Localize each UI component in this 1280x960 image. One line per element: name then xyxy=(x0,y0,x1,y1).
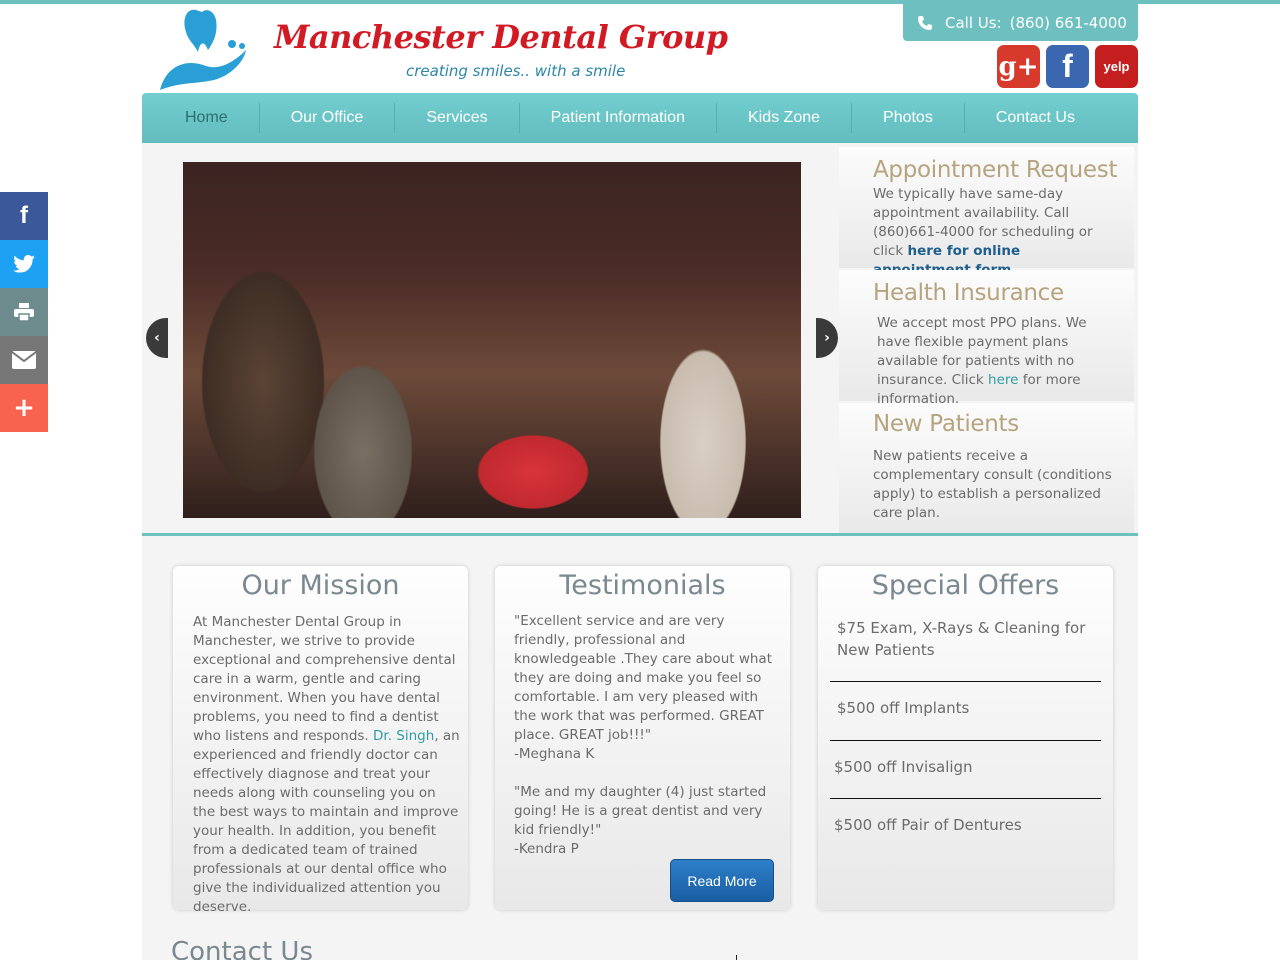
offers-title: Special Offers xyxy=(871,570,1060,601)
image-slider[interactable] xyxy=(183,162,801,518)
logo-tagline: creating smiles.. with a smile xyxy=(406,62,626,80)
call-us-box[interactable]: Call Us: (860) 661-4000 xyxy=(903,4,1138,41)
our-mission-widget: Our Mission At Manchester Dental Group i… xyxy=(173,566,468,915)
main-content: ‹ › Appointment Request We typically hav… xyxy=(142,143,1138,960)
offers-list: $75 Exam, X-Rays & Cleaning for New Pati… xyxy=(818,603,1113,836)
testimonial-author: -Meghana K xyxy=(514,746,595,762)
offer-item[interactable]: $500 off Pair of Dentures xyxy=(830,799,1101,836)
testimonials-widget: Testimonials "Excellent service and are … xyxy=(495,566,790,910)
slider-next-arrow-icon[interactable]: › xyxy=(816,318,838,358)
share-print-icon[interactable] xyxy=(0,288,48,336)
mission-title: Our Mission xyxy=(241,570,400,601)
nav-item-photos[interactable]: Photos xyxy=(852,103,965,133)
google-plus-icon[interactable]: g+ xyxy=(997,45,1040,88)
nav-item-our-office[interactable]: Our Office xyxy=(260,103,396,133)
special-offers-widget: Special Offers $75 Exam, X-Rays & Cleani… xyxy=(818,566,1113,910)
testimonials-title: Testimonials xyxy=(559,570,726,601)
facebook-icon[interactable]: f xyxy=(1046,45,1089,88)
insurance-text: We accept most PPO plans. We have flexib… xyxy=(877,315,1087,407)
share-email-icon[interactable] xyxy=(0,336,48,384)
slider-prev-arrow-icon[interactable]: ‹ xyxy=(146,318,168,358)
main-nav: Home Our Office Services Patient Informa… xyxy=(142,93,1138,143)
dr-singh-link[interactable]: Dr. Singh xyxy=(373,728,434,744)
nav-item-services[interactable]: Services xyxy=(395,103,520,133)
nav-item-contact-us[interactable]: Contact Us xyxy=(965,103,1106,133)
social-links: g+ f yelp xyxy=(997,45,1138,88)
appointment-text: We typically have same-day appointment a… xyxy=(873,185,1134,280)
phone-icon xyxy=(918,15,932,30)
hero-section: ‹ › Appointment Request We typically hav… xyxy=(142,143,1138,536)
health-insurance-box: Health Insurance We accept most PPO plan… xyxy=(839,270,1134,407)
testimonial-quote: "Me and my daughter (4) just started goi… xyxy=(514,784,767,838)
offer-item[interactable]: $500 off Invisalign xyxy=(830,741,1101,799)
offer-item[interactable]: $500 off Implants xyxy=(830,682,1101,741)
appointment-title: Appointment Request xyxy=(873,157,1118,183)
mission-text: At Manchester Dental Group in Manchester… xyxy=(193,614,460,915)
nav-item-home[interactable]: Home xyxy=(154,103,260,133)
nav-item-kids-zone[interactable]: Kids Zone xyxy=(717,103,853,133)
share-bar: f + xyxy=(0,192,48,432)
testimonial-author: -Kendra P xyxy=(514,841,579,857)
testimonial-quote: "Excellent service and are very friendly… xyxy=(514,613,772,743)
share-more-icon[interactable]: + xyxy=(0,384,48,432)
share-facebook-icon[interactable]: f xyxy=(0,192,48,240)
contact-us-heading: Contact Us xyxy=(171,937,313,960)
site-logo[interactable]: Manchester Dental Group creating smiles.… xyxy=(156,6,728,92)
call-number[interactable]: (860) 661-4000 xyxy=(1010,14,1127,32)
yelp-icon[interactable]: yelp xyxy=(1095,45,1138,88)
call-label: Call Us: xyxy=(945,13,1002,32)
testimonials-list: "Excellent service and are very friendly… xyxy=(495,603,790,859)
read-more-button[interactable]: Read More xyxy=(670,859,774,902)
new-patients-text: New patients receive a complementary con… xyxy=(873,448,1112,521)
appointment-request-box: Appointment Request We typically have sa… xyxy=(839,147,1134,278)
insurance-here-link[interactable]: here xyxy=(988,372,1018,388)
offer-item[interactable]: $75 Exam, X-Rays & Cleaning for New Pati… xyxy=(830,613,1101,682)
nav-item-patient-information[interactable]: Patient Information xyxy=(520,103,717,133)
new-patients-box: New Patients New patients receive a comp… xyxy=(839,403,1134,533)
tooth-hand-logo-icon xyxy=(160,9,246,90)
team-photo xyxy=(183,162,801,518)
insurance-title: Health Insurance xyxy=(873,280,1064,306)
new-patients-title: New Patients xyxy=(873,411,1019,437)
text-cursor xyxy=(736,955,737,960)
site-header: Manchester Dental Group creating smiles.… xyxy=(142,4,1138,93)
share-twitter-icon[interactable] xyxy=(0,240,48,288)
logo-title: Manchester Dental Group xyxy=(274,18,728,56)
